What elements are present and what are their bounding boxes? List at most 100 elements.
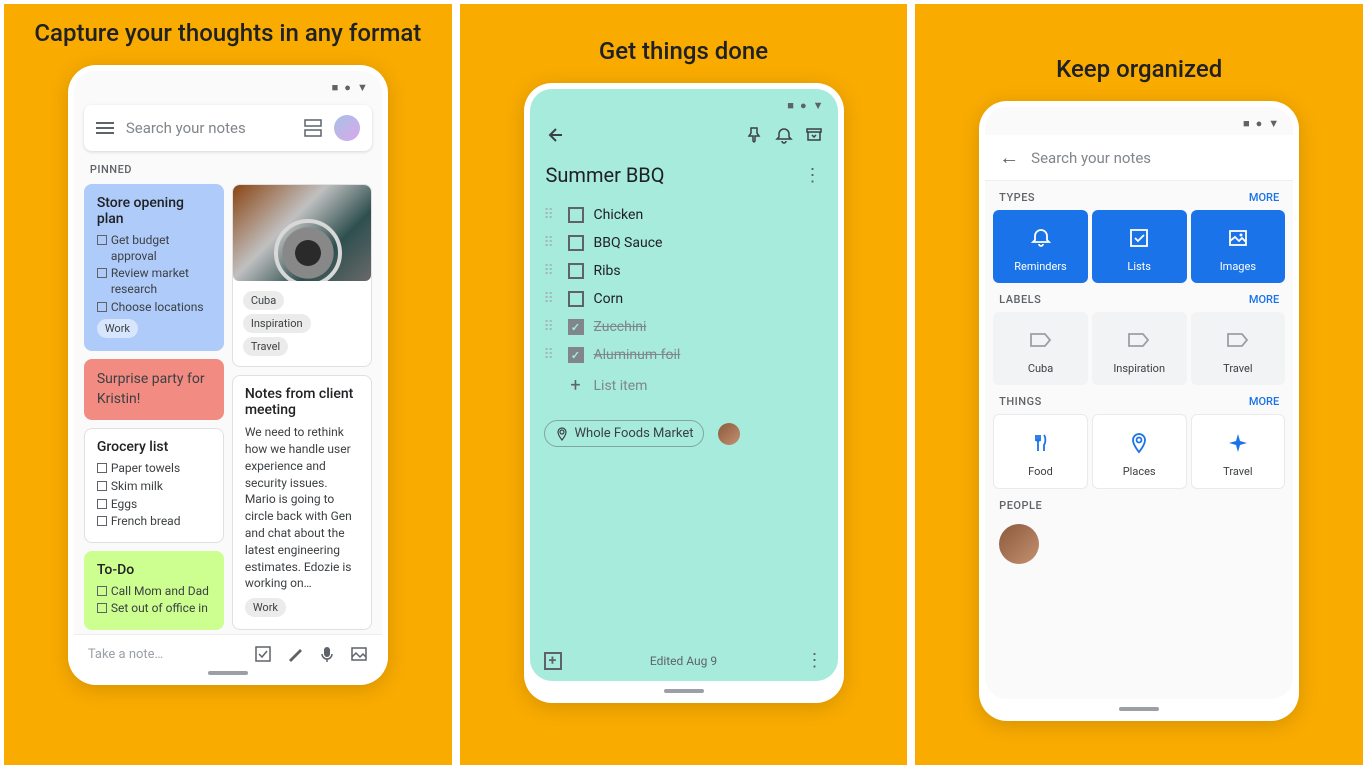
checkbox[interactable]	[568, 263, 584, 279]
location-pin-icon	[555, 427, 569, 441]
location-chip[interactable]: Whole Foods Market	[544, 420, 705, 447]
list-item[interactable]: ⠿Ribs	[540, 257, 828, 285]
note-image-photo	[233, 185, 371, 281]
tile-travel[interactable]: Travel	[1191, 414, 1286, 489]
take-note-input[interactable]: Take a note…	[88, 647, 240, 662]
section-people: PEOPLE	[999, 499, 1042, 512]
panel-keep-organized: Keep organized ■●▼ ← Search your notes T…	[915, 4, 1363, 765]
note-todo[interactable]: To-Do Call Mom and Dad Set out of office…	[84, 551, 224, 630]
more-link[interactable]: MORE	[1249, 191, 1279, 204]
food-icon	[1030, 429, 1052, 457]
note-surprise[interactable]: Surprise party for Kristin!	[84, 359, 224, 420]
people-avatar[interactable]	[999, 524, 1039, 564]
back-icon[interactable]	[544, 125, 564, 145]
checkbox[interactable]	[568, 207, 584, 223]
search-bar[interactable]: ← Search your notes	[985, 135, 1293, 181]
note-bottom-bar: + Edited Aug 9 ⋮	[530, 640, 838, 681]
section-labels: LABELS	[999, 293, 1041, 306]
more-link[interactable]: MORE	[1249, 293, 1279, 306]
add-list-item[interactable]: +List item	[540, 369, 828, 402]
label-icon	[1226, 326, 1250, 354]
section-types: TYPES	[999, 191, 1035, 204]
label-icon	[1127, 326, 1151, 354]
checkbox-icon	[1128, 224, 1150, 252]
panel-capture: Capture your thoughts in any format ■●▼ …	[4, 4, 452, 765]
tile-places[interactable]: Places	[1092, 414, 1187, 489]
plus-icon: +	[568, 375, 584, 396]
phone-3: ■●▼ ← Search your notes TYPES MORE Remind…	[979, 101, 1299, 721]
brush-icon[interactable]	[286, 645, 304, 663]
heading-2: Get things done	[579, 36, 788, 67]
image-icon[interactable]	[350, 645, 368, 663]
phone-2: ■●▼ Summer BBQ ⋮ ⠿Chicken ⠿BBQ Sauce ⠿Ri…	[524, 83, 844, 703]
location-pin-icon	[1128, 429, 1150, 457]
search-bar[interactable]: Search your notes	[84, 105, 372, 151]
tile-images[interactable]: Images	[1191, 210, 1286, 283]
reminder-icon[interactable]	[774, 125, 794, 145]
add-button[interactable]: +	[544, 652, 562, 670]
checkbox-checked[interactable]	[568, 347, 584, 363]
avatar[interactable]	[334, 115, 360, 141]
home-indicator	[1119, 707, 1159, 711]
heading-1: Capture your thoughts in any format	[14, 18, 441, 49]
checklist: ⠿Chicken ⠿BBQ Sauce ⠿Ribs ⠿Corn ⠿Zucchin…	[530, 197, 838, 406]
tile-lists[interactable]: Lists	[1092, 210, 1187, 283]
notes-grid: Store opening plan Get budget approval R…	[74, 180, 382, 634]
checkbox[interactable]	[568, 235, 584, 251]
list-item[interactable]: ⠿BBQ Sauce	[540, 229, 828, 257]
checkbox-checked[interactable]	[568, 319, 584, 335]
list-item[interactable]: ⠿Aluminum foil	[540, 341, 828, 369]
note-store-plan[interactable]: Store opening plan Get budget approval R…	[84, 184, 224, 351]
tile-label-inspiration[interactable]: Inspiration	[1092, 312, 1187, 385]
note-client-meeting[interactable]: Notes from client meeting We need to ret…	[232, 375, 372, 630]
note-toolbar	[530, 117, 838, 153]
tile-label-cuba[interactable]: Cuba	[993, 312, 1088, 385]
drag-handle-icon[interactable]: ⠿	[544, 207, 558, 223]
phone-1: ■●▼ Search your notes PINNED Store openi…	[68, 65, 388, 685]
drag-handle-icon[interactable]: ⠿	[544, 347, 558, 363]
tile-label-travel[interactable]: Travel	[1191, 312, 1286, 385]
drag-handle-icon[interactable]: ⠿	[544, 235, 558, 251]
label-icon	[1029, 326, 1053, 354]
archive-icon[interactable]	[804, 125, 824, 145]
drag-handle-icon[interactable]: ⠿	[544, 291, 558, 307]
drag-handle-icon[interactable]: ⠿	[544, 319, 558, 335]
tile-food[interactable]: Food	[993, 414, 1088, 489]
list-item[interactable]: ⠿Zucchini	[540, 313, 828, 341]
checkbox[interactable]	[568, 291, 584, 307]
heading-3: Keep organized	[1036, 54, 1242, 85]
bell-icon	[1030, 224, 1052, 252]
bottom-toolbar: Take a note…	[74, 634, 382, 663]
list-item[interactable]: ⠿Corn	[540, 285, 828, 313]
view-toggle-icon[interactable]	[304, 119, 322, 137]
list-item[interactable]: ⠿Chicken	[540, 201, 828, 229]
section-things: THINGS	[999, 395, 1042, 408]
status-icons: ■●▼	[332, 81, 368, 94]
note-grocery[interactable]: Grocery list Paper towels Skim milk Eggs…	[84, 428, 224, 542]
plane-icon	[1227, 429, 1249, 457]
more-menu-icon[interactable]: ⋮	[806, 650, 824, 671]
home-indicator	[664, 689, 704, 693]
edited-label: Edited Aug 9	[562, 654, 806, 668]
more-link[interactable]: MORE	[1249, 395, 1279, 408]
search-placeholder: Search your notes	[126, 119, 292, 137]
pinned-label: PINNED	[74, 159, 382, 180]
more-menu-icon[interactable]: ⋮	[804, 165, 822, 186]
checkbox-icon[interactable]	[254, 645, 272, 663]
pin-icon[interactable]	[744, 125, 764, 145]
chip-work[interactable]: Work	[97, 319, 138, 338]
status-icons: ■●▼	[787, 99, 823, 112]
mic-icon[interactable]	[318, 645, 336, 663]
back-icon[interactable]: ←	[999, 145, 1019, 170]
panel-get-things-done: Get things done ■●▼ Summer BBQ ⋮ ⠿Chicke…	[460, 4, 908, 765]
search-placeholder: Search your notes	[1031, 149, 1279, 167]
drag-handle-icon[interactable]: ⠿	[544, 263, 558, 279]
note-title[interactable]: Summer BBQ	[546, 163, 804, 187]
home-indicator	[208, 671, 248, 675]
collaborator-avatar[interactable]	[718, 423, 740, 445]
tile-reminders[interactable]: Reminders	[993, 210, 1088, 283]
note-image[interactable]: Cuba Inspiration Travel	[232, 184, 372, 367]
status-icons: ■●▼	[1243, 117, 1279, 130]
menu-icon[interactable]	[96, 122, 114, 134]
image-icon	[1227, 224, 1249, 252]
